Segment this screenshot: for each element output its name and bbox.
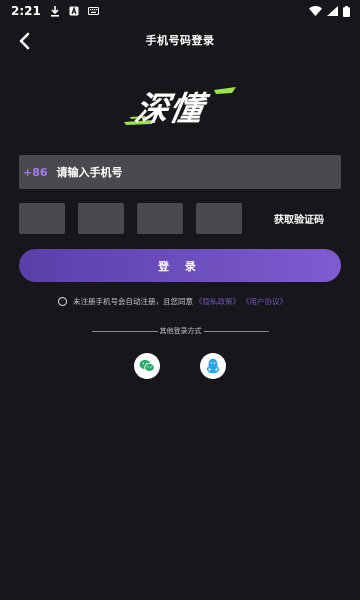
status-left: 2:21	[11, 4, 99, 18]
qq-icon	[206, 358, 220, 374]
agreement-row: 未注册手机号会自动注册，且您同意 《隐私政策》 《用户协议》	[58, 296, 348, 307]
app-logo: 深懂	[124, 84, 238, 128]
signal-icon	[327, 6, 338, 16]
privacy-policy-link[interactable]: 《隐私政策》	[195, 296, 240, 307]
login-screen: 2:21 手机号码登录 深懂 +86 请输入手机号 获取验证码 登 录 未注册手…	[0, 0, 360, 600]
logo-text: 深懂	[132, 89, 207, 128]
status-time: 2:21	[11, 4, 41, 18]
code-box-3[interactable]	[137, 203, 183, 234]
status-right	[309, 5, 350, 17]
user-agreement-link[interactable]: 《用户协议》	[242, 296, 287, 307]
battery-icon	[343, 5, 350, 17]
other-login-label: 其他登录方式	[159, 327, 202, 335]
qq-login-button[interactable]	[200, 353, 226, 379]
login-button[interactable]: 登 录	[19, 249, 341, 282]
other-login-divider: 其他登录方式	[92, 326, 269, 336]
wifi-icon	[309, 6, 322, 16]
phone-placeholder: 请输入手机号	[56, 166, 123, 179]
download-icon	[50, 5, 60, 17]
wechat-icon	[139, 359, 155, 372]
code-box-4[interactable]	[196, 203, 242, 234]
page-title: 手机号码登录	[145, 34, 215, 47]
code-box-2[interactable]	[78, 203, 124, 234]
phone-input[interactable]: +86 请输入手机号	[19, 155, 341, 189]
a-icon	[69, 6, 79, 16]
get-code-button[interactable]: 获取验证码	[274, 211, 324, 226]
header: 手机号码登录	[0, 24, 360, 58]
code-box-1[interactable]	[19, 203, 65, 234]
keyboard-icon	[87, 7, 99, 15]
country-code[interactable]: +86	[23, 166, 48, 179]
divider-line-left	[92, 330, 158, 332]
agreement-text: 未注册手机号会自动注册，且您同意	[73, 297, 193, 306]
status-bar: 2:21	[0, 0, 360, 22]
divider-line-right	[203, 330, 269, 332]
wechat-login-button[interactable]	[134, 353, 160, 379]
agree-radio[interactable]	[58, 297, 67, 306]
